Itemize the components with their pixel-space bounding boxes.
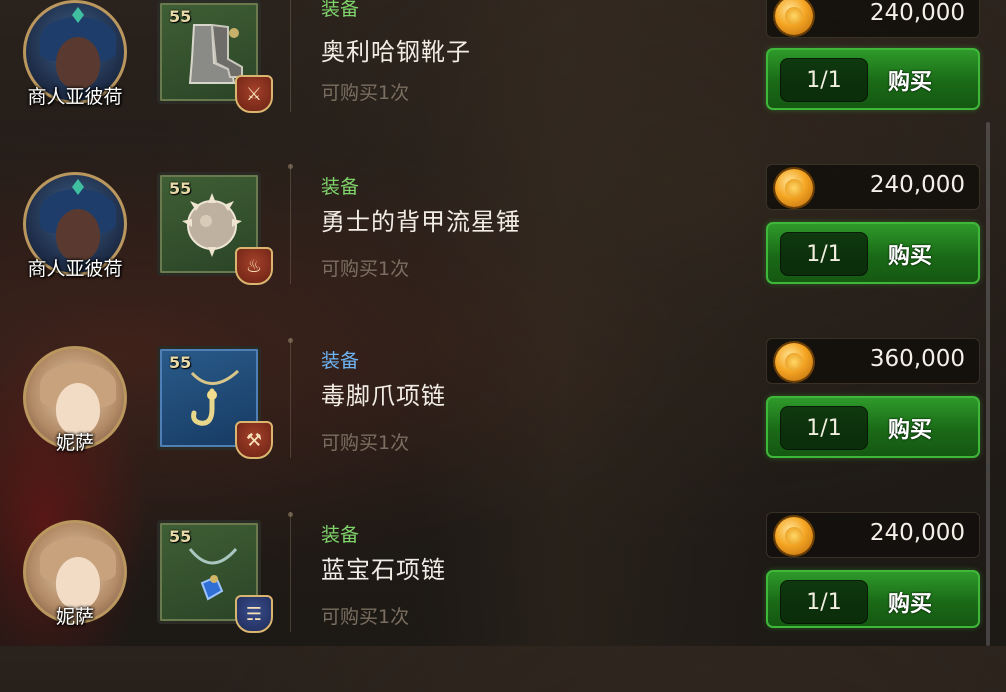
price-box: 240,000: [766, 0, 980, 38]
npc-name: 商人亚彼荷: [27, 86, 123, 108]
row-divider: [288, 164, 293, 284]
item-name: 奥利哈钢靴子: [321, 38, 471, 66]
row-divider: [288, 512, 293, 632]
item-slot[interactable]: 55 ⚔: [157, 0, 273, 113]
purchase-count: 1/1: [780, 58, 868, 102]
shop-row: 商人亚彼荷 55 ♨ 装备 勇士的背甲流星锤 可购买1次 240,000 1/1…: [0, 164, 1006, 344]
buy-button[interactable]: 1/1 购买: [766, 222, 980, 284]
item-category: 装备: [321, 176, 360, 198]
item-category: 装备: [321, 524, 360, 546]
buy-label: 购买: [888, 592, 933, 617]
purchase-limit: 可购买1次: [321, 82, 410, 104]
item-slot[interactable]: 55 ⚒: [157, 346, 273, 459]
price-box: 240,000: [766, 164, 980, 210]
price-box: 240,000: [766, 512, 980, 558]
purchase-count: 1/1: [780, 406, 868, 450]
npc-name: 妮萨: [55, 432, 94, 454]
price-box: 360,000: [766, 338, 980, 384]
trident-class-icon: ⚒: [235, 421, 273, 459]
row-divider: [290, 0, 291, 112]
item-name: 毒脚爪项链: [321, 382, 446, 410]
item-slot[interactable]: 55 ♨: [157, 172, 273, 285]
row-divider: [288, 338, 293, 458]
price: 240,000: [869, 0, 965, 26]
buy-label: 购买: [888, 244, 933, 269]
purchase-limit: 可购买1次: [321, 432, 410, 454]
price: 240,000: [869, 520, 965, 546]
gold-coin-icon: [775, 517, 813, 555]
npc-name: 妮萨: [55, 606, 94, 628]
item-category: 装备: [321, 0, 360, 20]
buy-button[interactable]: 1/1 购买: [766, 396, 980, 458]
shop-row: 妮萨 55 ⚒ 装备 毒脚爪项链 可购买1次 360,000 1/1 购买: [0, 338, 1006, 518]
buy-label: 购买: [888, 70, 933, 95]
purchase-count: 1/1: [780, 580, 868, 624]
buy-button[interactable]: 1/1 购买: [766, 48, 980, 110]
purchase-limit: 可购买1次: [321, 258, 410, 280]
gold-coin-icon: [775, 343, 813, 381]
shop-row: 妮萨 55 ☴ 装备 蓝宝石项链 可购买1次 240,000 1/1 购买: [0, 512, 1006, 692]
item-name: 蓝宝石项链: [321, 556, 446, 584]
item-category: 装备: [321, 350, 360, 372]
purchase-count: 1/1: [780, 232, 868, 276]
npc-name: 商人亚彼荷: [27, 258, 123, 280]
fire-class-icon: ♨: [235, 247, 273, 285]
shop-row: 商人亚彼荷 55 ⚔ 装备 奥利哈钢靴子 可购买1次 240,000 1/1 购…: [0, 0, 1006, 172]
scroll-class-icon: ☴: [235, 595, 273, 633]
purchase-limit: 可购买1次: [321, 606, 410, 628]
price: 360,000: [869, 346, 965, 372]
sword-class-icon: ⚔: [235, 75, 273, 113]
price: 240,000: [869, 172, 965, 198]
item-name: 勇士的背甲流星锤: [321, 208, 521, 236]
gold-coin-icon: [775, 169, 813, 207]
item-slot[interactable]: 55 ☴: [157, 520, 273, 633]
buy-label: 购买: [888, 418, 933, 443]
gold-coin-icon: [775, 0, 813, 35]
buy-button[interactable]: 1/1 购买: [766, 570, 980, 628]
